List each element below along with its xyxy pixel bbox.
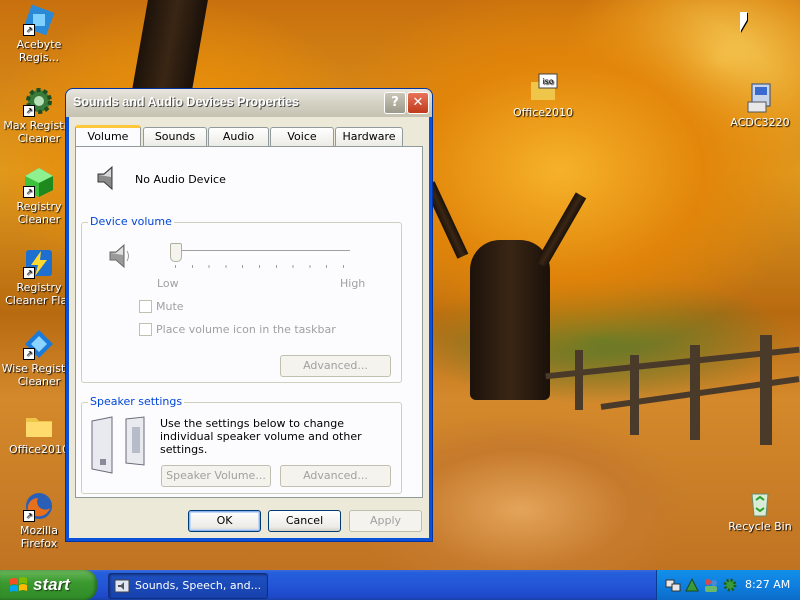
volume-slider-track[interactable] <box>170 250 350 255</box>
sounds-control-panel-icon <box>114 578 130 594</box>
fence-post <box>630 355 639 435</box>
windows-flag-icon <box>10 577 28 593</box>
tray-gear-icon[interactable] <box>722 577 738 593</box>
desktop-icon-label: Recycle Bin <box>728 520 792 533</box>
speaker-settings-group: Speaker settings Use the settings below … <box>81 395 402 494</box>
mute-label: Mute <box>156 300 184 313</box>
cube-icon: ↗ <box>23 166 55 198</box>
tab-volume[interactable]: Volume <box>75 125 141 146</box>
close-button[interactable]: ✕ <box>407 92 429 114</box>
device-volume-label: Device volume <box>88 215 174 228</box>
desktop-icon-label: ACDC3220 <box>730 116 790 129</box>
recycle-bin-icon <box>744 486 776 518</box>
tab-sounds[interactable]: Sounds <box>143 127 207 146</box>
folder-icon <box>23 409 55 441</box>
tree-trunk <box>132 0 208 90</box>
desktop-icon-recycle-bin[interactable]: Recycle Bin <box>722 486 798 533</box>
fence-post <box>760 335 772 445</box>
taskbar: start Sounds, Speech, and... 8:27 AM <box>0 570 800 600</box>
tray-network-icon[interactable] <box>665 577 681 593</box>
lightning-icon: ↗ <box>23 247 55 279</box>
shortcut-arrow-icon: ↗ <box>23 267 35 279</box>
tray-app-icon[interactable] <box>684 577 700 593</box>
desktop-icon-label: Acebyte Regis... <box>16 38 62 64</box>
speaker-icon <box>94 163 124 193</box>
gear-icon: ↗ <box>23 85 55 117</box>
shortcut-arrow-icon: ↗ <box>23 510 35 522</box>
clock: 8:27 AM <box>745 578 791 591</box>
tree-branch <box>535 192 587 268</box>
mute-checkbox[interactable] <box>139 300 152 313</box>
window-client-area: Volume Sounds Audio Voice Hardware No Au… <box>69 117 429 538</box>
mouse-cursor <box>740 12 747 32</box>
volume-slider-thumb[interactable] <box>170 243 182 262</box>
taskbar-icon-checkbox[interactable] <box>139 323 152 336</box>
speakers-icon <box>88 415 152 475</box>
volume-speaker-icon <box>106 241 136 271</box>
desktop-icon-label: Office2010 <box>512 106 574 119</box>
tray-people-icon[interactable] <box>703 577 719 593</box>
help-button[interactable]: ? <box>384 92 406 114</box>
title-bar[interactable]: Sounds and Audio Devices Properties ? ✕ <box>66 89 432 117</box>
speaker-settings-description: Use the settings below to change individ… <box>160 417 362 456</box>
volume-low-label: Low <box>157 277 179 290</box>
desktop-icon-office2010-iso[interactable]: iso Office2010 <box>505 72 581 119</box>
shortcut-arrow-icon: ↗ <box>23 105 35 117</box>
acebyte-icon: ↗ <box>23 4 55 36</box>
volume-high-label: High <box>340 277 366 290</box>
speaker-advanced-button[interactable]: Advanced... <box>280 465 391 487</box>
fence-post <box>690 345 700 440</box>
ok-button[interactable]: OK <box>188 510 261 532</box>
start-label: start <box>33 575 70 594</box>
tab-audio[interactable]: Audio <box>208 127 269 146</box>
volume-slider-ticks <box>175 265 347 268</box>
speaker-settings-label: Speaker settings <box>88 395 185 408</box>
desktop-icon-acdc3220[interactable]: ACDC3220 <box>722 82 798 129</box>
speaker-volume-button[interactable]: Speaker Volume... <box>161 465 271 487</box>
cancel-button[interactable]: Cancel <box>268 510 341 532</box>
window-title: Sounds and Audio Devices Properties <box>73 95 299 109</box>
iso-file-icon: iso <box>527 72 559 104</box>
fence-post <box>575 350 583 410</box>
taskbar-icon-label: Place volume icon in the taskbar <box>156 323 336 336</box>
device-volume-group: Device volume Low High Mute Place volume… <box>81 215 402 383</box>
wise-icon: ↗ <box>23 328 55 360</box>
sounds-properties-window[interactable]: Sounds and Audio Devices Properties ? ✕ … <box>66 89 432 541</box>
firefox-icon: ↗ <box>23 490 55 522</box>
computer-icon <box>744 82 776 114</box>
start-button[interactable]: start <box>0 570 97 600</box>
system-tray: 8:27 AM <box>656 570 800 600</box>
taskbar-item-sounds[interactable]: Sounds, Speech, and... <box>108 573 268 599</box>
tab-voice[interactable]: Voice <box>270 127 334 146</box>
svg-text:iso: iso <box>542 77 553 86</box>
shortcut-arrow-icon: ↗ <box>23 24 35 36</box>
volume-advanced-button[interactable]: Advanced... <box>280 355 391 377</box>
leaf-path <box>370 360 800 570</box>
tab-hardware[interactable]: Hardware <box>335 127 403 146</box>
device-name: No Audio Device <box>135 173 226 186</box>
desktop-icon-acebyte-registry[interactable]: ↗ Acebyte Regis... <box>1 4 77 64</box>
shortcut-arrow-icon: ↗ <box>23 186 35 198</box>
taskbar-item-label: Sounds, Speech, and... <box>135 579 262 592</box>
shortcut-arrow-icon: ↗ <box>23 348 35 360</box>
volume-tab-panel: No Audio Device Device volume Low High M… <box>75 146 423 498</box>
apply-button[interactable]: Apply <box>349 510 422 532</box>
